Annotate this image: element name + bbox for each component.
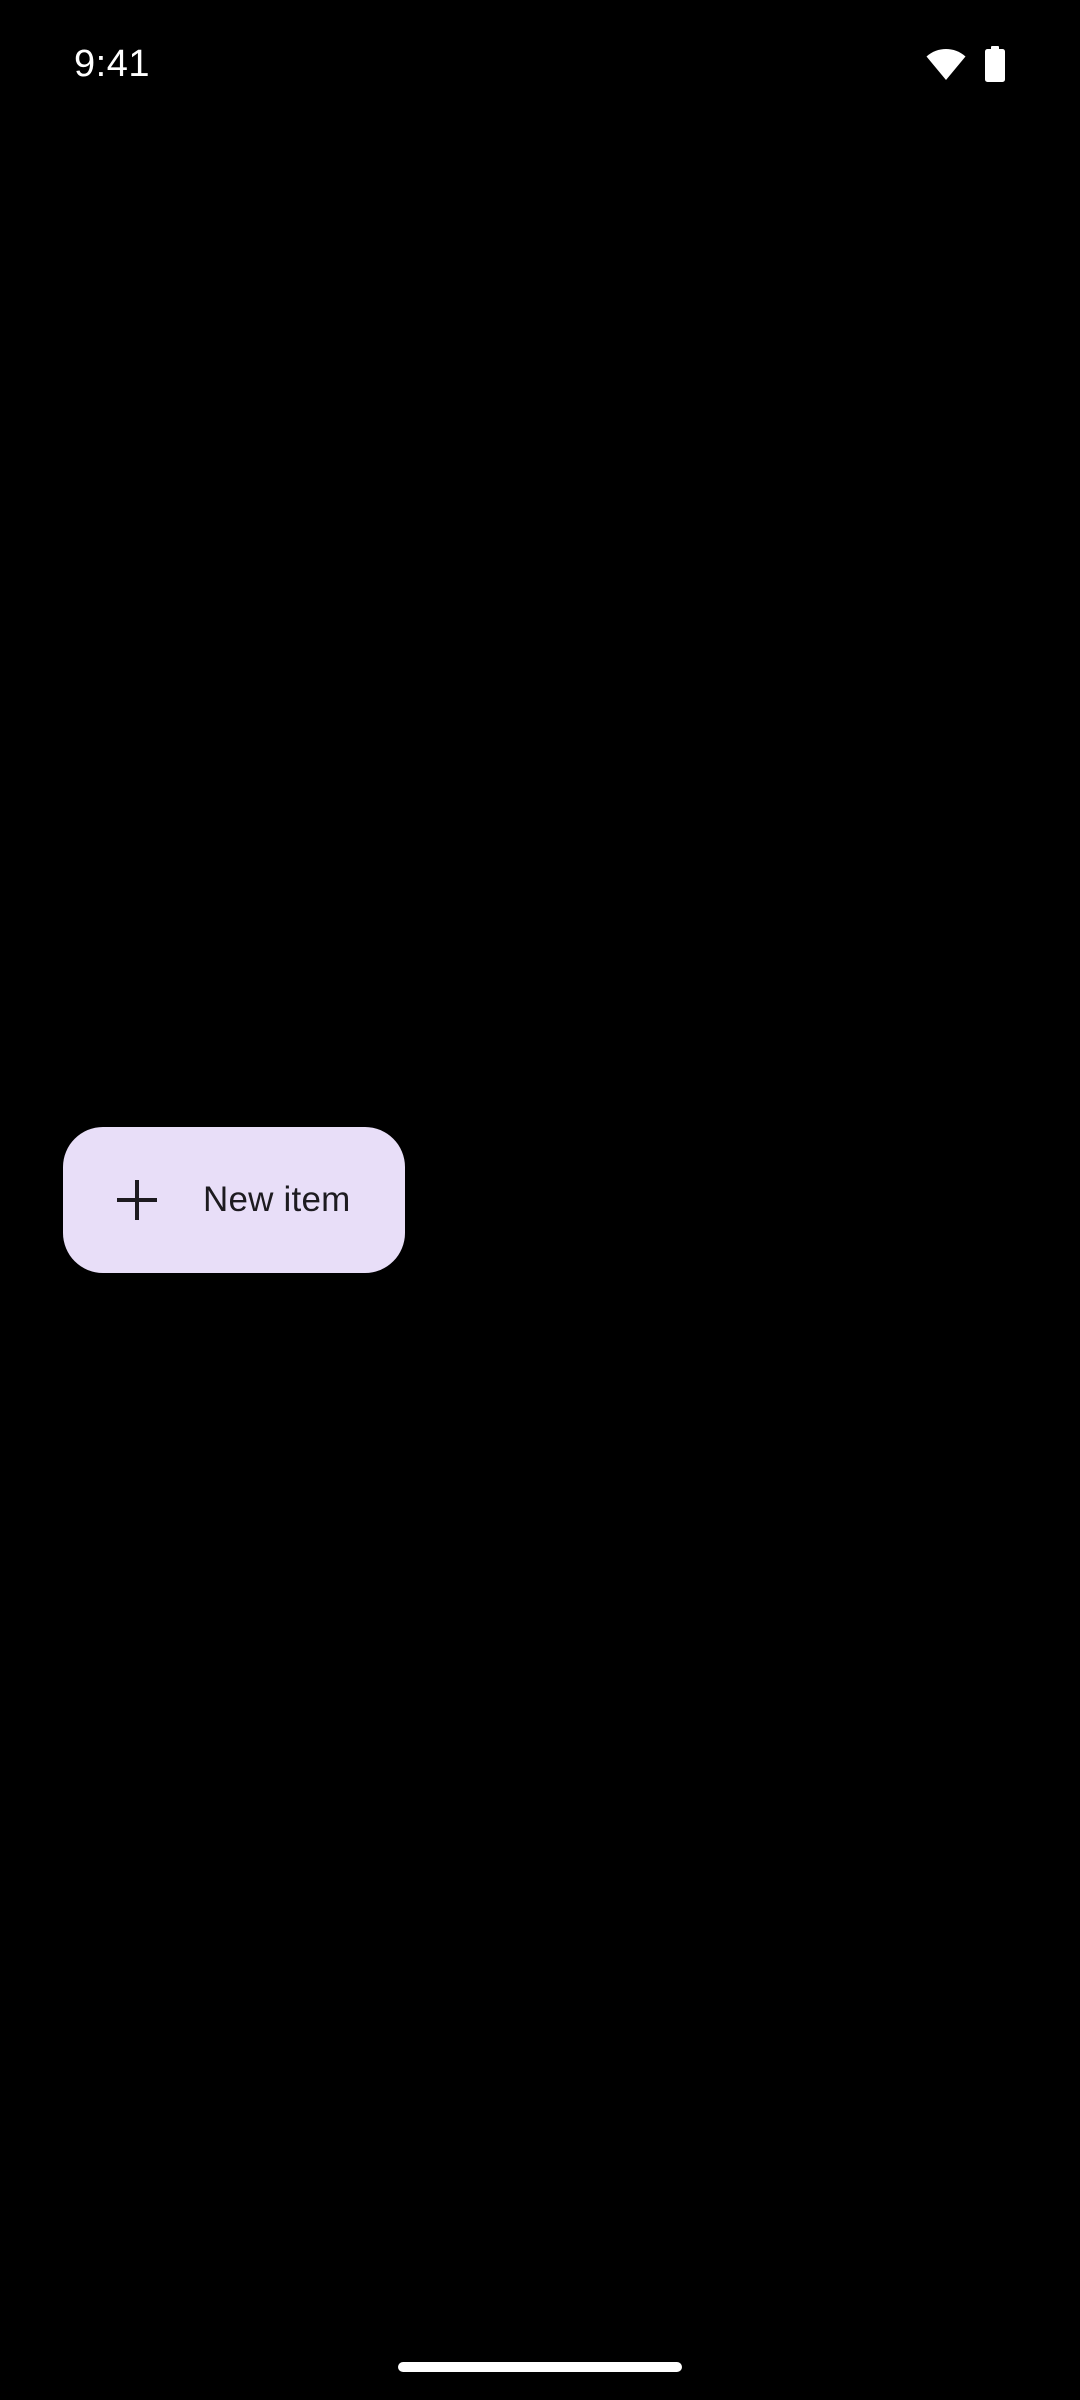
new-item-label: New item xyxy=(203,1180,351,1219)
wifi-icon xyxy=(926,49,966,80)
new-item-button[interactable]: New item xyxy=(63,1127,405,1273)
status-time: 9:41 xyxy=(74,43,150,85)
status-icons xyxy=(926,46,1006,82)
gesture-navigation-handle[interactable] xyxy=(398,2362,682,2372)
battery-icon xyxy=(985,46,1005,82)
app-screen: 9:41 New item xyxy=(0,0,1080,2400)
plus-icon xyxy=(117,1180,157,1220)
status-bar: 9:41 xyxy=(0,0,1080,130)
